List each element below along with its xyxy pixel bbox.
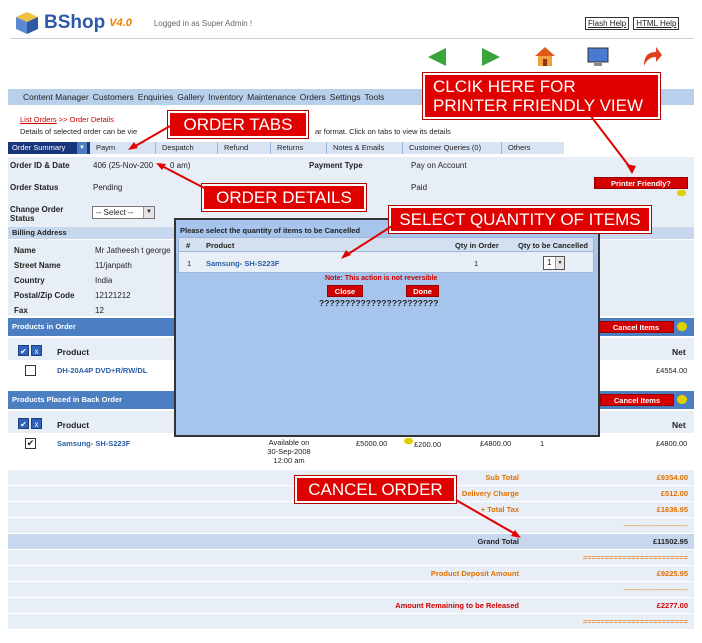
callout-arrows	[128, 114, 636, 538]
